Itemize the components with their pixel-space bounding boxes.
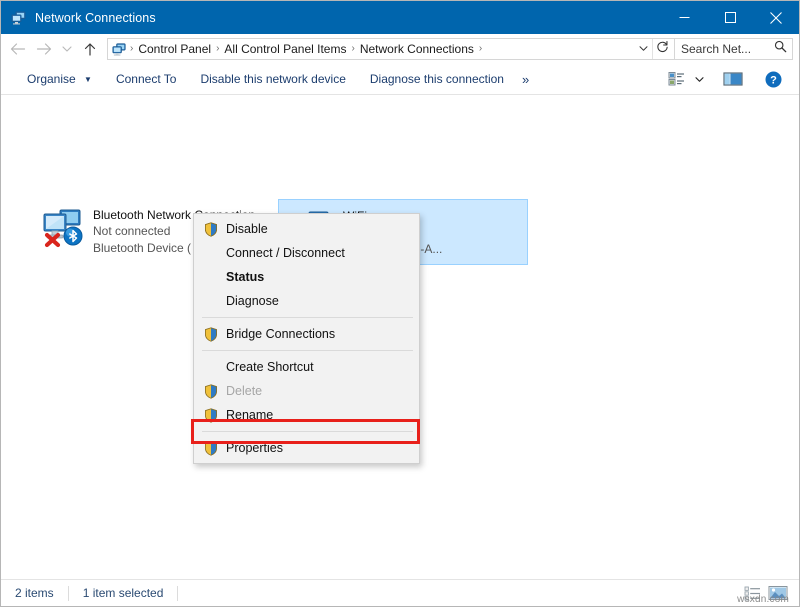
shield-icon	[200, 327, 222, 342]
command-bar: Organise ▼ Connect To Disable this netwo…	[1, 64, 799, 95]
connections-list[interactable]: Bluetooth Network Connection Not connect…	[1, 95, 799, 579]
context-menu-item-diagnose[interactable]: Diagnose	[194, 289, 419, 313]
context-menu-separator	[202, 431, 413, 432]
view-dropdown-caret[interactable]	[691, 67, 707, 91]
context-menu-separator	[202, 317, 413, 318]
status-divider	[68, 586, 69, 601]
preview-pane-icon[interactable]	[719, 67, 747, 91]
shield-icon	[200, 222, 222, 237]
shield-icon	[200, 384, 222, 399]
window-title: Network Connections	[35, 11, 156, 25]
maximize-button[interactable]	[707, 1, 753, 34]
context-menu-item-connect-disconnect[interactable]: Connect / Disconnect	[194, 241, 419, 265]
up-button[interactable]	[77, 36, 103, 62]
context-menu-item-rename[interactable]: Rename	[194, 403, 419, 427]
context-menu-label: Rename	[226, 403, 273, 427]
organise-label: Organise	[27, 72, 76, 86]
change-view-icon[interactable]	[663, 67, 691, 91]
svg-text:?: ?	[770, 74, 777, 86]
watermark: wsxdn.com	[737, 594, 789, 605]
breadcrumb-item-control-panel[interactable]: Control Panel	[134, 39, 215, 59]
back-button[interactable]	[5, 36, 31, 62]
window-controls	[661, 1, 799, 34]
breadcrumb-network-icon	[112, 42, 127, 57]
context-menu-label: Disable	[226, 217, 268, 241]
help-icon[interactable]: ?	[759, 67, 787, 91]
search-box[interactable]: Search Net...	[675, 38, 793, 60]
status-view-buttons: wsxdn.com	[739, 582, 799, 604]
organise-button[interactable]: Organise ▼	[15, 67, 104, 91]
search-input[interactable]: Search Net...	[681, 42, 751, 56]
recent-locations-button[interactable]	[57, 36, 77, 62]
close-button[interactable]	[753, 1, 799, 34]
context-menu-label: Create Shortcut	[226, 355, 314, 379]
search-icon	[774, 40, 787, 58]
context-menu-item-create-shortcut[interactable]: Create Shortcut	[194, 355, 419, 379]
context-menu-item-status[interactable]: Status	[194, 265, 419, 289]
breadcrumb[interactable]: › Control Panel › All Control Panel Item…	[107, 38, 675, 60]
network-connections-icon	[11, 10, 27, 26]
chevron-down-icon: ▼	[84, 75, 92, 84]
command-bar-right: ?	[663, 67, 799, 91]
breadcrumb-item-all-control-panel-items[interactable]: All Control Panel Items	[220, 39, 350, 59]
status-selection: 1 item selected	[83, 586, 178, 600]
breadcrumb-separator-3: ›	[478, 39, 483, 59]
context-menu-item-properties[interactable]: Properties	[194, 436, 419, 460]
chevron-down-icon[interactable]	[634, 44, 652, 55]
disable-network-device-button[interactable]: Disable this network device	[188, 67, 357, 91]
network-adapter-disconnected-icon	[37, 205, 85, 249]
context-menu-item-bridge-connections[interactable]: Bridge Connections	[194, 322, 419, 346]
title-bar: Network Connections	[1, 1, 799, 34]
shield-icon	[200, 441, 222, 456]
network-connections-window: Network Connections	[0, 0, 800, 607]
refresh-icon[interactable]	[652, 39, 672, 59]
context-menu-item-delete: Delete	[194, 379, 419, 403]
context-menu-label: Diagnose	[226, 289, 279, 313]
shield-icon	[200, 408, 222, 423]
context-menu-separator	[202, 350, 413, 351]
diagnose-connection-button[interactable]: Diagnose this connection	[358, 67, 516, 91]
breadcrumb-item-network-connections[interactable]: Network Connections	[356, 39, 478, 59]
context-menu-label: Connect / Disconnect	[226, 241, 345, 265]
context-menu-label: Status	[226, 265, 264, 289]
status-item-count: 2 items	[15, 586, 68, 600]
context-menu-item-disable[interactable]: Disable	[194, 217, 419, 241]
context-menu-label: Bridge Connections	[226, 322, 335, 346]
address-bar: › Control Panel › All Control Panel Item…	[1, 34, 799, 64]
context-menu-label: Properties	[226, 436, 283, 460]
forward-button[interactable]	[31, 36, 57, 62]
status-divider	[177, 586, 178, 601]
context-menu[interactable]: Disable Connect / Disconnect Status Diag…	[193, 213, 420, 464]
minimize-button[interactable]	[661, 1, 707, 34]
connect-to-button[interactable]: Connect To	[104, 67, 189, 91]
command-overflow-button[interactable]: »	[516, 72, 535, 87]
status-bar: 2 items 1 item selected	[1, 579, 799, 606]
context-menu-label: Delete	[226, 379, 262, 403]
